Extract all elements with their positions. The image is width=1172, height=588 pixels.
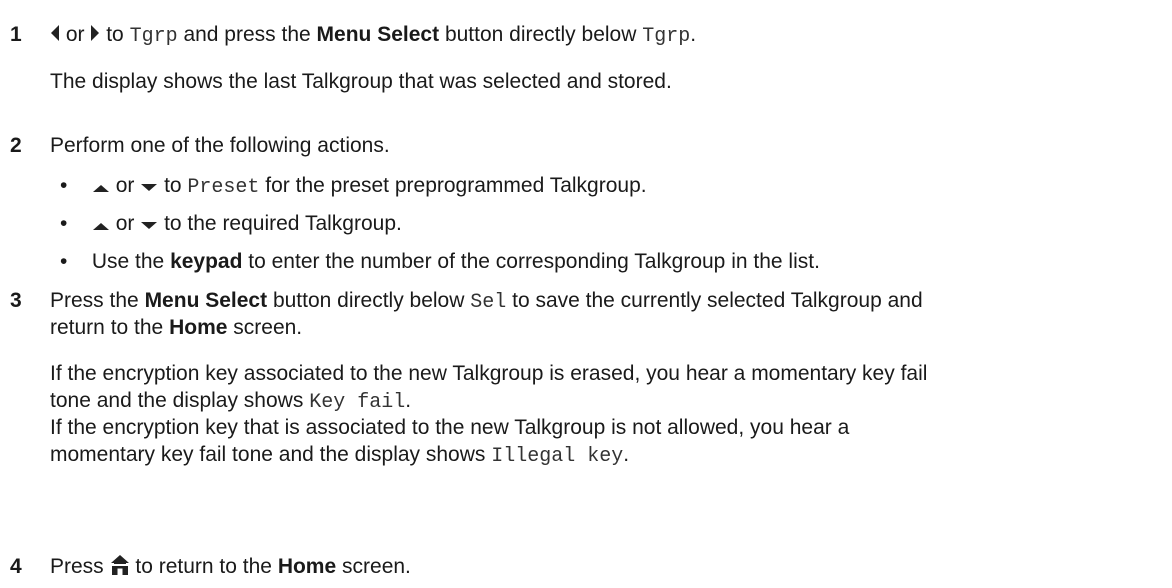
step-3-note-1-cont: tone and the display shows Key fail. [50, 389, 412, 414]
list-item: • or to Preset for the preset preprogram… [60, 173, 647, 200]
home-label: Home [169, 316, 228, 339]
step-3-instruction: Press the Menu Select button directly be… [50, 289, 923, 314]
step-3-instruction-cont: return to the Home screen. [50, 316, 303, 339]
menu-select-label: Menu Select [144, 289, 268, 312]
code-preset: Preset [187, 176, 260, 199]
step-3: 3 Press the Menu Select button directly … [10, 287, 1170, 468]
step-number: 3 [10, 289, 22, 312]
list-item: • Use the keypad to enter the number of … [60, 250, 820, 273]
home-label: Home [277, 555, 337, 578]
step-1-note: The display shows the last Talkgroup tha… [50, 70, 672, 93]
step-4-instruction: Press to return to the Home screen. [50, 553, 411, 583]
menu-select-label: Menu Select [316, 23, 440, 46]
step-2-instruction: Perform one of the following actions. [50, 134, 390, 157]
code-sel: Sel [470, 291, 507, 314]
up-arrow-icon [92, 211, 110, 238]
step-3-note-2-cont: momentary key fail tone and the display … [50, 443, 630, 468]
down-arrow-icon [140, 173, 158, 200]
step-1: 1 or to Tgrp and press the Menu Select b… [10, 21, 1160, 101]
step-number: 2 [10, 134, 22, 157]
up-arrow-icon [92, 173, 110, 200]
step-number: 1 [10, 23, 22, 46]
keypad-label: keypad [170, 250, 243, 273]
right-arrow-icon [90, 22, 100, 49]
step-4: 4 Press to return to the Home screen. [10, 553, 1160, 583]
step-number: 4 [10, 555, 22, 578]
list-item: • or to the required Talkgroup. [60, 210, 402, 238]
home-icon [110, 554, 130, 583]
down-arrow-icon [140, 211, 158, 238]
code-tgrp: Tgrp [129, 25, 178, 48]
left-arrow-icon [50, 22, 60, 49]
step-1-instruction: or to Tgrp and press the Menu Select but… [50, 21, 696, 50]
code-tgrp: Tgrp [642, 25, 691, 48]
step-3-note-1: If the encryption key associated to the … [50, 362, 928, 385]
step-3-note-2: If the encryption key that is associated… [50, 416, 850, 439]
code-illegal-key: Illegal key [491, 445, 624, 468]
code-key-fail: Key fail [309, 391, 406, 414]
